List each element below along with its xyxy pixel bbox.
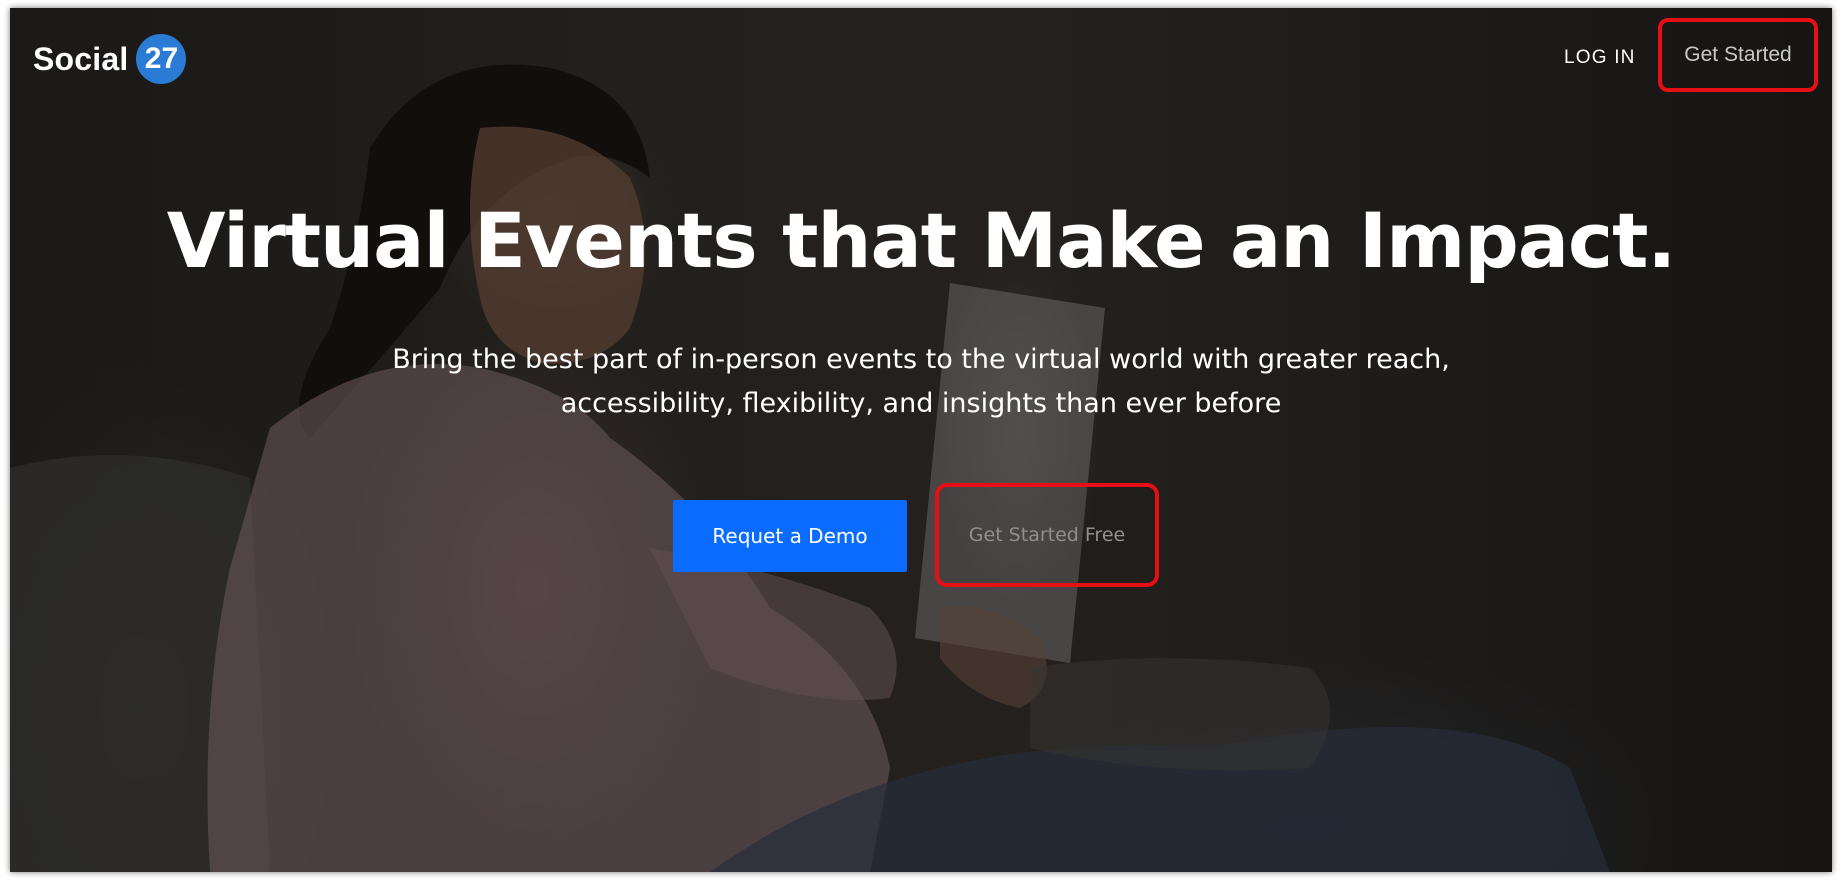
hero-subtitle: Bring the best part of in-person events … [392, 344, 1450, 419]
nav-get-started-button[interactable]: Get Started [1658, 18, 1818, 92]
social27-logo[interactable]: Social 27 [33, 34, 187, 84]
request-demo-button[interactable]: Requet a Demo [673, 500, 907, 572]
hero-title: Virtual Events that Make an Impact. [166, 196, 1677, 285]
logo-badge: 27 [136, 34, 187, 84]
logo-text: Social [33, 40, 129, 77]
get-started-free-button[interactable]: Get Started Free [935, 483, 1159, 587]
hero-dark-overlay [10, 8, 1832, 872]
browser-viewport: Social 27 LOG IN Get Started Virtual Eve… [10, 8, 1832, 872]
login-link[interactable]: LOG IN [1564, 47, 1636, 69]
top-navigation: Social 27 LOG IN Get Started [10, 8, 1832, 98]
